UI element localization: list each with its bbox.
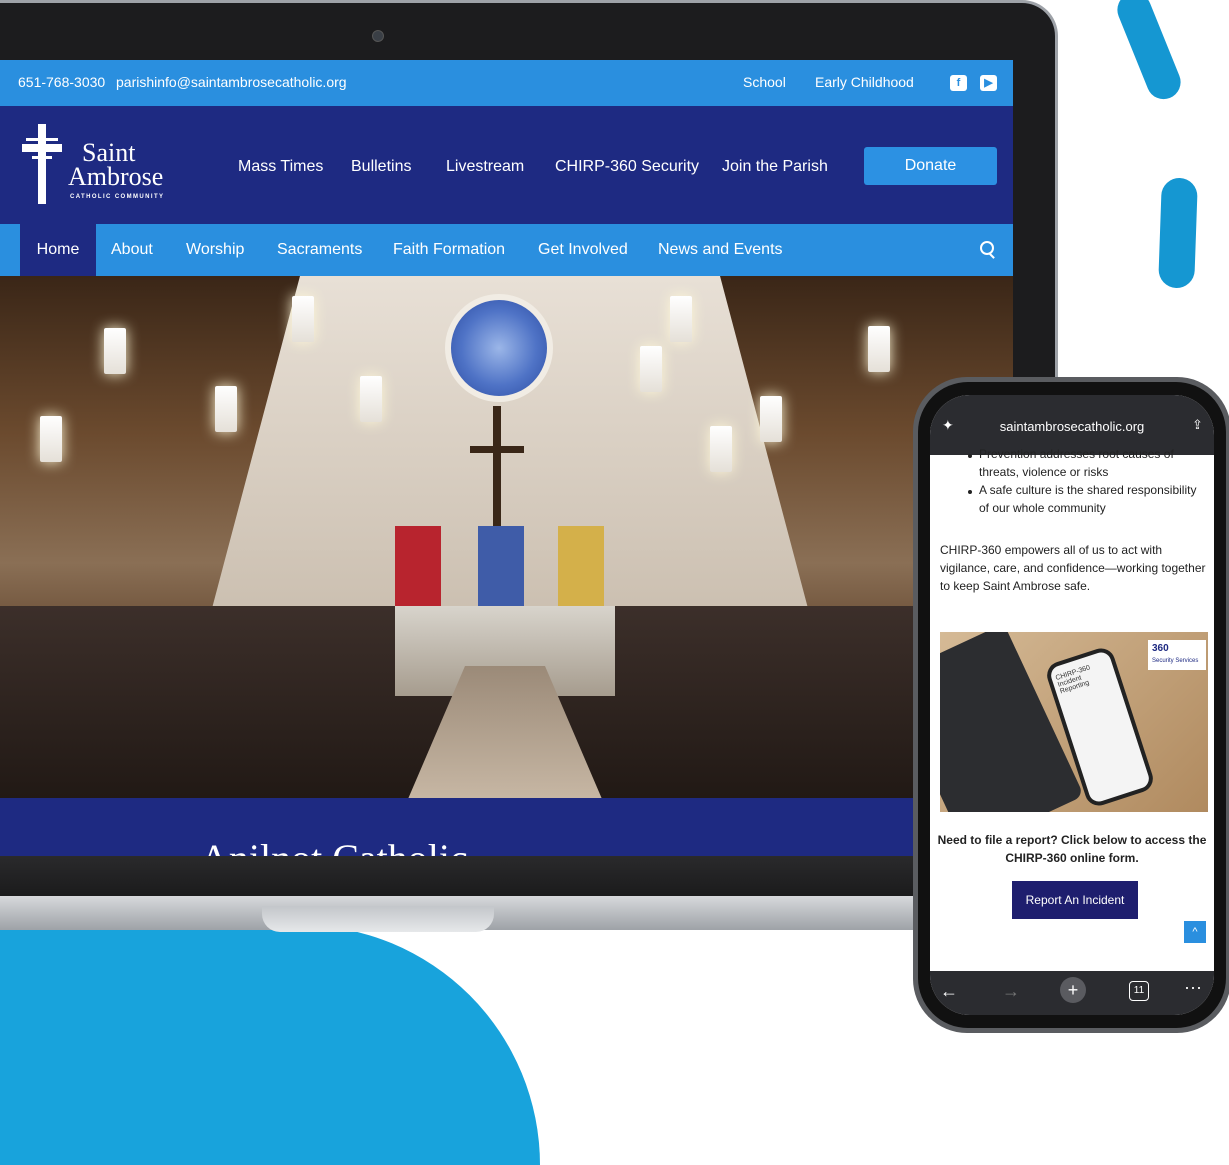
pendant-lamp [40,416,62,462]
nav-about[interactable]: About [111,241,153,259]
pendant-lamp [760,396,782,442]
decorative-blob [0,925,540,1165]
forward-arrow-icon[interactable]: → [1002,981,1020,1002]
pendant-lamp [215,386,237,432]
pendant-lamp [710,426,732,472]
security-services-logo: 360 Security Services [1148,640,1206,670]
donate-button[interactable]: Donate [864,147,997,185]
hero-banner [0,798,1013,856]
camera-icon [372,30,384,42]
church-interior-photo [0,276,1013,798]
nav-home[interactable]: Home [20,224,96,276]
more-menu-icon[interactable]: ··· [1184,977,1202,998]
phone-screen: ✦ saintambrosecatholic.org ⇪ Prevention … [930,395,1214,1015]
nav-faith-formation[interactable]: Faith Formation [393,241,505,259]
paragraph-line: CHIRP-360 empowers all of us to act with [940,543,1163,557]
logo-number: 360 [1152,643,1169,654]
pendant-lamp [292,296,314,342]
pendant-lamp [640,346,662,392]
nav-mass-times[interactable]: Mass Times [238,158,323,176]
report-incident-button[interactable]: Report An Incident [1012,881,1138,919]
nav-bulletins[interactable]: Bulletins [351,158,411,176]
main-nav: Home About Worship Sacraments Faith Form… [0,224,1013,276]
facebook-icon[interactable]: f [950,75,967,91]
paragraph-line: vigilance, care, and confidence—working … [940,561,1206,575]
school-link[interactable]: School [743,74,786,90]
nav-livestream[interactable]: Livestream [446,158,524,176]
email-link[interactable]: parishinfo@saintambrosecatholic.org [116,74,347,90]
tabs-count-icon[interactable]: 11 [1129,981,1149,1001]
pendant-lamp [868,326,890,372]
decorative-stroke [1112,0,1186,105]
cta-text: Need to file a report? Click below to ac… [937,833,1207,847]
cross-logo-icon[interactable] [22,124,62,204]
mockup-title: CHIRP-360 Incident Reporting [1054,664,1092,696]
browser-toolbar: ← → + 11 ··· [930,971,1214,1015]
decorative-stroke [1158,177,1198,289]
bullet-text: of our whole community [979,501,1106,515]
nav-get-involved[interactable]: Get Involved [538,241,628,259]
share-icon[interactable]: ⇪ [1192,417,1203,433]
nav-news-and-events[interactable]: News and Events [658,241,783,259]
laptop-screen: 651-768-3030 parishinfo@saintambrosecath… [0,60,1013,856]
search-icon[interactable] [980,241,994,255]
rose-window [445,294,553,402]
phone-number-link[interactable]: 651-768-3030 [18,74,105,90]
nav-sacraments[interactable]: Sacraments [277,241,362,259]
incident-reporting-image: CHIRP-360 Incident Reporting 360 Securit… [940,632,1208,812]
nav-worship[interactable]: Worship [186,241,244,259]
logo-subtitle: CATHOLIC COMMUNITY [70,194,165,200]
laptop-hinge [0,856,1060,898]
nav-join-the-parish[interactable]: Join the Parish [722,158,828,176]
early-childhood-link[interactable]: Early Childhood [815,74,914,90]
bullet-text: Prevention addresses root causes of [979,447,1174,461]
hero-heading: Anilnot Catholic [200,836,468,856]
bullet-text: threats, violence or risks [979,465,1109,479]
bullet-icon [968,490,972,494]
new-tab-icon[interactable]: + [1060,977,1086,1003]
bullet-icon [968,454,972,458]
nav-chirp-360-security[interactable]: CHIRP-360 Security [555,158,699,176]
pendant-lamp [104,328,126,374]
utility-bar: 651-768-3030 parishinfo@saintambrosecath… [0,60,1013,106]
logo-line2: Ambrose [68,162,164,191]
back-arrow-icon[interactable]: ← [940,981,958,1002]
crucifix [470,446,524,453]
logo-caption: Security Services [1152,658,1199,664]
url-field[interactable]: saintambrosecatholic.org [930,419,1214,434]
pendant-lamp [670,296,692,342]
bullet-text: A safe culture is the shared responsibil… [979,483,1197,497]
cta-text: CHIRP-360 online form. [1005,851,1139,865]
paragraph-line: to keep Saint Ambrose safe. [940,579,1091,593]
youtube-icon[interactable]: ▶ [980,75,997,91]
scroll-to-top-icon[interactable]: ^ [1184,921,1206,943]
site-header: Saint Ambrose CATHOLIC COMMUNITY Mass Ti… [0,106,1013,224]
laptop-notch [262,906,494,932]
pendant-lamp [360,376,382,422]
